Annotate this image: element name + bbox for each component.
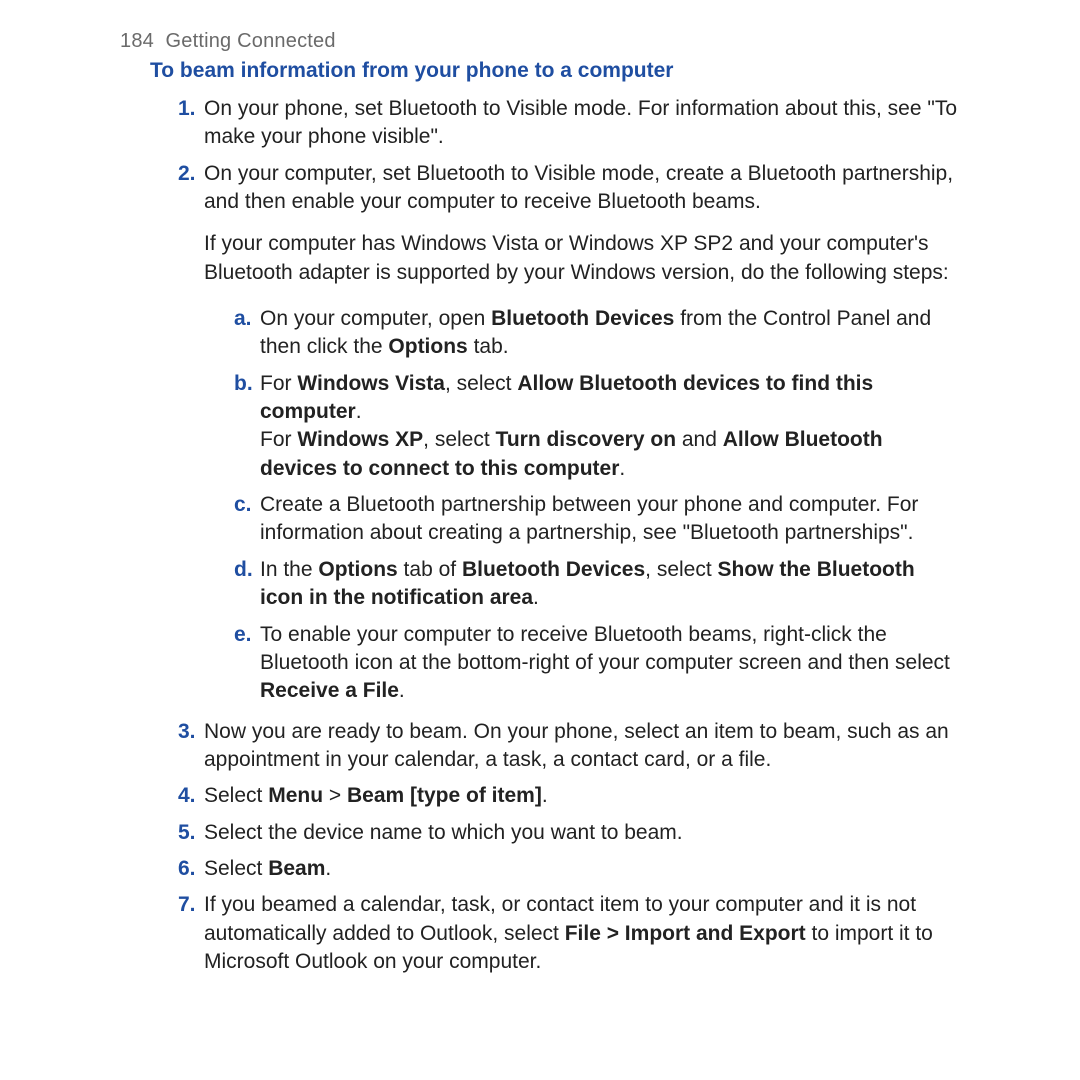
step-text: On your computer, set Bluetooth to Visib… xyxy=(204,162,953,213)
substep-text: In the Options tab of Bluetooth Devices,… xyxy=(260,558,915,609)
substep-marker: e. xyxy=(234,621,252,649)
step-1: 1. On your phone, set Bluetooth to Visib… xyxy=(178,91,960,156)
substeps: a. On your computer, open Bluetooth Devi… xyxy=(204,301,960,709)
document-page: 184 Getting Connected To beam informatio… xyxy=(0,0,1080,1010)
substep-text: To enable your computer to receive Bluet… xyxy=(260,623,950,703)
substep-marker: d. xyxy=(234,556,253,584)
step-text: Select the device name to which you want… xyxy=(204,821,683,844)
substep-text: On your computer, open Bluetooth Devices… xyxy=(260,307,931,358)
substep-marker: b. xyxy=(234,370,253,398)
substep-c: c. Create a Bluetooth partnership betwee… xyxy=(234,487,960,552)
step-5: 5. Select the device name to which you w… xyxy=(178,815,960,851)
substep-text: Create a Bluetooth partnership between y… xyxy=(260,493,918,544)
step-text: On your phone, set Bluetooth to Visible … xyxy=(204,97,957,148)
substep-marker: a. xyxy=(234,305,252,333)
numbered-steps: 1. On your phone, set Bluetooth to Visib… xyxy=(120,91,960,980)
step-marker: 5. xyxy=(178,819,196,847)
substep-marker: c. xyxy=(234,491,252,519)
step-2: 2. On your computer, set Bluetooth to Vi… xyxy=(178,156,960,714)
page-header: 184 Getting Connected xyxy=(120,30,960,53)
step-6: 6. Select Beam. xyxy=(178,851,960,887)
substep-text: For Windows Vista, select Allow Bluetoot… xyxy=(260,372,873,423)
substep-text-line2: For Windows XP, select Turn discovery on… xyxy=(260,426,960,483)
step-marker: 7. xyxy=(178,891,196,919)
step-text: Select Menu > Beam [type of item]. xyxy=(204,784,548,807)
chapter-title: Getting Connected xyxy=(166,30,336,52)
section-title: To beam information from your phone to a… xyxy=(150,59,960,83)
step-marker: 2. xyxy=(178,160,196,188)
substep-e: e. To enable your computer to receive Bl… xyxy=(234,617,960,710)
page-number: 184 xyxy=(120,30,154,52)
step-marker: 3. xyxy=(178,718,196,746)
step-text: Select Beam. xyxy=(204,857,331,880)
step-7: 7. If you beamed a calendar, task, or co… xyxy=(178,887,960,980)
step-marker: 6. xyxy=(178,855,196,883)
substep-b: b. For Windows Vista, select Allow Bluet… xyxy=(234,366,960,487)
step-4: 4. Select Menu > Beam [type of item]. xyxy=(178,778,960,814)
substep-d: d. In the Options tab of Bluetooth Devic… xyxy=(234,552,960,617)
step-marker: 1. xyxy=(178,95,196,123)
step-marker: 4. xyxy=(178,782,196,810)
step-text: Now you are ready to beam. On your phone… xyxy=(204,720,949,771)
step-3: 3. Now you are ready to beam. On your ph… xyxy=(178,714,960,779)
step-subpara: If your computer has Windows Vista or Wi… xyxy=(204,230,960,287)
substep-a: a. On your computer, open Bluetooth Devi… xyxy=(234,301,960,366)
step-text: If you beamed a calendar, task, or conta… xyxy=(204,893,933,973)
